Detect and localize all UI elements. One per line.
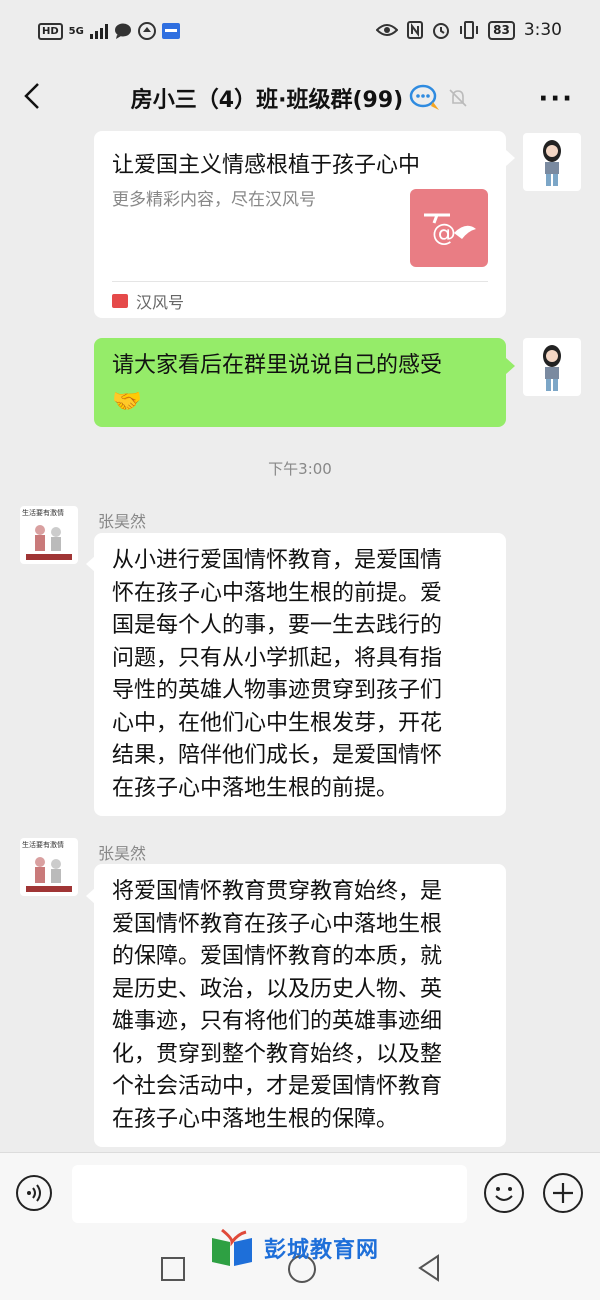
mute-bell-icon (449, 89, 467, 107)
message-line: 结果，陪伴他们成长，是爱国情怀 (112, 743, 443, 768)
smiley-icon (495, 1187, 513, 1201)
hd-indicator: HD (38, 22, 63, 40)
chat-title: 房小三（4）班·班级群(99) (130, 88, 404, 113)
message-line: 是历史、政治，以及历史人物、英 (112, 976, 443, 1002)
message-notification-icon (114, 23, 131, 39)
sender-avatar[interactable]: 生活要有激情 (20, 838, 78, 896)
message-input[interactable] (72, 1165, 467, 1223)
clock: 3:30 (523, 20, 562, 40)
voice-icon (27, 1184, 41, 1202)
card-description: 更多精彩内容，尽在汉风号 (112, 190, 316, 210)
card-title: 让爱国主义情感根植于孩子心中 (112, 153, 421, 178)
voice-input-button[interactable] (16, 1175, 52, 1211)
message-line: 的保障。爱国情怀教育的本质，就 (112, 944, 443, 969)
message-line: 在孩子心中落地生根的保障。 (112, 1106, 399, 1132)
message-text: 将爱国情怀教育贯穿教育始终，是 爱国情怀教育在孩子心中落地生根 的保障。爱国情怀教育… (112, 876, 442, 1136)
alarm-icon (433, 23, 450, 39)
received-text-message[interactable]: 将爱国情怀教育贯穿教育始终，是 爱国情怀教育在孩子心中落地生根 的保障。爱国情怀教育… (94, 864, 506, 1147)
message-line: 心中，在他们心中生根发芽，开花 (112, 710, 443, 736)
hanfeng-logo-icon: @ (424, 213, 476, 247)
eye-icon (376, 24, 399, 36)
battery-icon: 83 (488, 20, 515, 40)
handshake-emoji: 🤝 (112, 387, 142, 415)
app-notification-icon (137, 22, 156, 40)
card-divider (112, 281, 488, 282)
my-text-message[interactable]: 请大家看后在群里说说自己的感受 🤝 (94, 338, 506, 427)
message-line: 在孩子心中落地生根的前提。 (112, 775, 399, 801)
message-line: 导性的英雄人物事迹贯穿到孩子们 (112, 678, 443, 703)
plus-icon (553, 1183, 573, 1203)
message-line: 雄事迹，只有将他们的英雄事迹细 (112, 1009, 443, 1034)
watermark-text: 彭城教育网 (264, 1238, 380, 1263)
chat-header: 房小三（4）班·班级群(99) ··· (0, 68, 600, 128)
recent-apps-button[interactable] (161, 1257, 185, 1281)
more-options-icon[interactable]: ··· (538, 84, 574, 114)
vibrate-icon (460, 21, 479, 39)
message-line: 将爱国情怀教育贯穿教育始终，是 (112, 879, 443, 904)
received-text-message[interactable]: 从小进行爱国情怀教育，是爱国情 怀在孩子心中落地生根的前提。爱 国是每个人的事，要一… (94, 533, 506, 816)
site-watermark: 彭城教育网 (208, 1228, 379, 1268)
bubble-tail (506, 358, 515, 374)
shared-article-card[interactable]: 让爱国主义情感根植于孩子心中 更多精彩内容，尽在汉风号 @ 汉风号 (94, 131, 506, 318)
message-line: 国是每个人的事，要一生去践行的 (112, 613, 443, 638)
message-line: 化，贯穿到整个教育始终，以及整 (112, 1041, 443, 1067)
group-chat-badge-icon (409, 84, 440, 110)
message-line: 怀在孩子心中落地生根的前提。爱 (112, 580, 443, 606)
card-source: 汉风号 (112, 289, 184, 313)
nfc-icon (407, 21, 424, 39)
message-line: 问题，只有从小学抓起，将具有指 (112, 645, 443, 671)
message-text: 请大家看后在群里说说自己的感受 (112, 353, 443, 378)
my-avatar[interactable] (523, 133, 581, 191)
status-bar: HD 5G 83 3:30 (0, 0, 600, 68)
girl-avatar-icon (543, 140, 561, 186)
book-logo-icon (212, 1228, 252, 1266)
message-line: 从小进行爱国情怀教育，是爱国情 (112, 548, 443, 573)
my-avatar[interactable] (523, 338, 581, 396)
emoji-button[interactable] (484, 1173, 524, 1213)
message-text: 从小进行爱国情怀教育，是爱国情 怀在孩子心中落地生根的前提。爱 国是每个人的事，要一… (112, 545, 442, 805)
message-line: 爱国情怀教育在孩子心中落地生根 (112, 911, 443, 937)
kids-avatar-icon (26, 857, 72, 892)
source-logo-icon (112, 294, 128, 308)
girl-avatar-icon (543, 345, 561, 391)
status-right-icons: 83 3:30 (376, 20, 562, 40)
message-line: 个社会活动中，才是爱国情怀教育 (112, 1074, 443, 1099)
sender-name: 张昊然 (98, 512, 147, 531)
status-left-icons: HD 5G (38, 22, 180, 40)
card-source-label: 汉风号 (136, 293, 185, 312)
signal-icon (89, 23, 108, 39)
svg-text:@: @ (432, 219, 456, 247)
bubble-tail (506, 150, 515, 166)
message-timestamp: 下午3:00 (268, 460, 332, 478)
card-thumbnail: @ (410, 189, 488, 267)
sender-name: 张昊然 (98, 844, 147, 863)
system-back-icon[interactable] (416, 1254, 442, 1282)
sender-avatar[interactable]: 生活要有激情 (20, 506, 78, 564)
network-label: 5G (68, 25, 84, 37)
app-badge-icon (161, 23, 180, 39)
kids-avatar-icon (26, 525, 72, 560)
more-functions-button[interactable] (543, 1173, 583, 1213)
